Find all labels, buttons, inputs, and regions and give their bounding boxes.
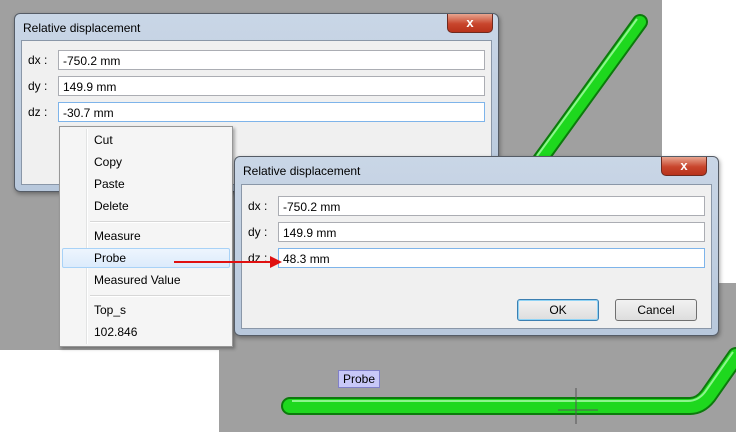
annotation-arrow [174, 256, 282, 268]
probe-tag[interactable]: Probe [338, 370, 381, 388]
